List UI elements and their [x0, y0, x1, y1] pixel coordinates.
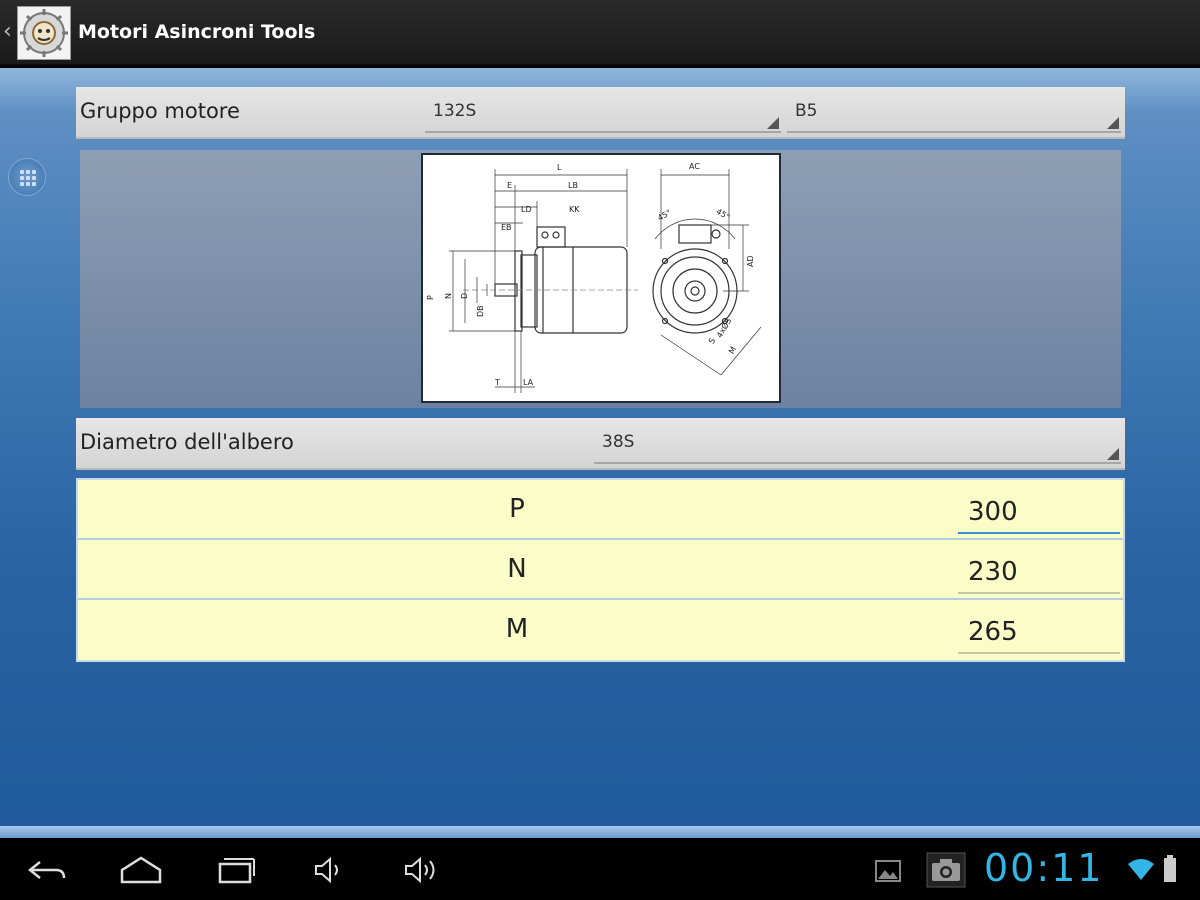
table-row: P 300 — [78, 480, 1123, 540]
grid-icon — [20, 170, 36, 186]
diametro-albero-row: Diametro dell'albero 38S — [76, 418, 1125, 470]
dimension-value-field[interactable]: 230 — [958, 548, 1120, 594]
screenshot-camera-icon[interactable] — [926, 852, 966, 888]
svg-text:AD: AD — [746, 255, 755, 267]
gallery-notification-icon — [875, 860, 901, 882]
back-icon[interactable] — [26, 854, 70, 886]
recent-apps-icon[interactable] — [214, 854, 258, 886]
svg-text:AC: AC — [689, 162, 700, 171]
status-clock: 00:11 — [984, 846, 1104, 890]
dimension-value-field[interactable]: 265 — [958, 608, 1120, 654]
volume-up-icon[interactable] — [402, 854, 442, 886]
motor-size-spinner[interactable]: 132S — [425, 95, 781, 133]
app-title: Motori Asincroni Tools — [78, 21, 316, 43]
app-logo-icon[interactable] — [17, 6, 71, 60]
svg-text:T: T — [494, 378, 500, 387]
dropdown-arrow-icon — [767, 117, 779, 129]
svg-text:45°: 45° — [656, 208, 673, 223]
svg-text:LD: LD — [521, 205, 532, 214]
dimension-value-field[interactable]: 300 — [958, 488, 1120, 534]
svg-text:4xØS: 4xØS — [714, 316, 733, 339]
mounting-spinner[interactable]: B5 — [787, 95, 1121, 133]
gruppo-motore-label: Gruppo motore — [80, 99, 240, 123]
dimension-values-table: P 300 N 230 M 265 — [76, 478, 1125, 662]
diametro-albero-label: Diametro dell'albero — [80, 430, 294, 454]
shaft-diameter-value: 38S — [602, 432, 635, 452]
content-bottom-edge — [0, 826, 1200, 838]
svg-text:N: N — [444, 293, 453, 299]
table-row: N 230 — [78, 540, 1123, 600]
dimension-name: P — [509, 494, 525, 524]
battery-icon — [1164, 855, 1176, 882]
system-navigation-bar: 00:11 — [0, 840, 1200, 900]
dimension-value: 300 — [968, 497, 1018, 527]
svg-text:D: D — [460, 293, 469, 299]
dropdown-arrow-icon — [1107, 448, 1119, 460]
up-chevron-icon[interactable]: ‹ — [3, 20, 12, 44]
gruppo-motore-row: Gruppo motore 132S B5 — [76, 87, 1125, 139]
volume-down-icon[interactable] — [312, 854, 346, 886]
dimension-name: M — [505, 614, 529, 644]
dimension-value: 230 — [968, 557, 1018, 587]
svg-text:S: S — [707, 337, 717, 346]
motor-size-value: 132S — [433, 101, 477, 121]
shaft-diameter-spinner[interactable]: 38S — [594, 426, 1121, 464]
table-row: M 265 — [78, 600, 1123, 660]
svg-text:KK: KK — [569, 205, 580, 214]
svg-text:EB: EB — [501, 223, 512, 232]
svg-text:E: E — [507, 181, 512, 190]
svg-text:DB: DB — [476, 305, 485, 317]
wifi-icon — [1128, 859, 1154, 880]
sliding-drawer-handle[interactable] — [8, 158, 46, 196]
svg-text:P: P — [426, 295, 435, 300]
svg-text:L: L — [557, 163, 562, 172]
svg-text:LA: LA — [523, 378, 534, 387]
dimension-value: 265 — [968, 617, 1018, 647]
svg-text:LB: LB — [568, 181, 578, 190]
motor-dimension-drawing: L E LB LD KK EB P N D DB T LA AC 45° 45°… — [421, 153, 781, 403]
mounting-value: B5 — [795, 101, 818, 121]
home-icon[interactable] — [118, 854, 164, 886]
dimension-name: N — [507, 554, 527, 584]
svg-text:M: M — [727, 345, 738, 356]
action-bar: ‹ Motori Asincroni Tools — [0, 0, 1200, 66]
dropdown-arrow-icon — [1107, 117, 1119, 129]
